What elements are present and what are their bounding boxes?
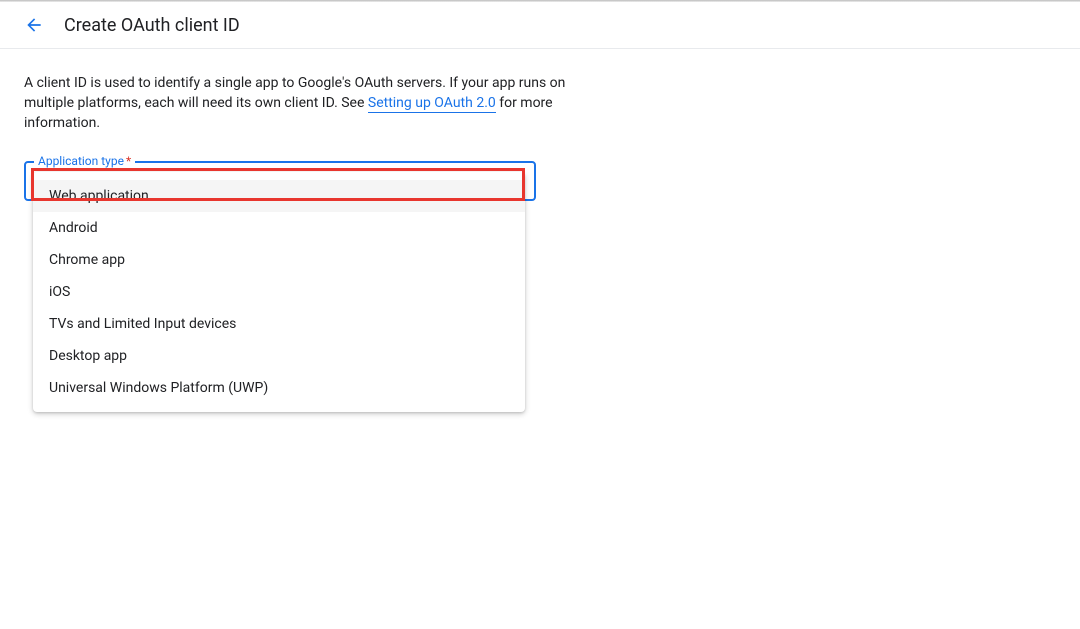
dropdown-option-uwp[interactable]: Universal Windows Platform (UWP) [33,372,525,404]
dropdown-option-desktop[interactable]: Desktop app [33,340,525,372]
back-button[interactable] [22,13,46,37]
required-indicator: * [126,154,131,168]
page-title: Create OAuth client ID [64,15,240,36]
main-content: A client ID is used to identify a single… [0,49,600,225]
application-type-label-text: Application type [38,154,124,168]
dropdown-option-chrome-app[interactable]: Chrome app [33,244,525,276]
description-text: A client ID is used to identify a single… [24,73,576,133]
dropdown-option-android[interactable]: Android [33,212,525,244]
application-type-label: Application type * [34,154,135,168]
arrow-left-icon [24,15,44,35]
dropdown-option-web-application[interactable]: Web application [33,180,525,212]
setup-oauth-link[interactable]: Setting up OAuth 2.0 [368,95,496,113]
application-type-field-wrapper: Application type * Web application Andro… [24,161,536,201]
page-header: Create OAuth client ID [0,2,1080,49]
dropdown-option-ios[interactable]: iOS [33,276,525,308]
dropdown-option-tvs[interactable]: TVs and Limited Input devices [33,308,525,340]
application-type-dropdown: Web application Android Chrome app iOS T… [33,172,525,412]
